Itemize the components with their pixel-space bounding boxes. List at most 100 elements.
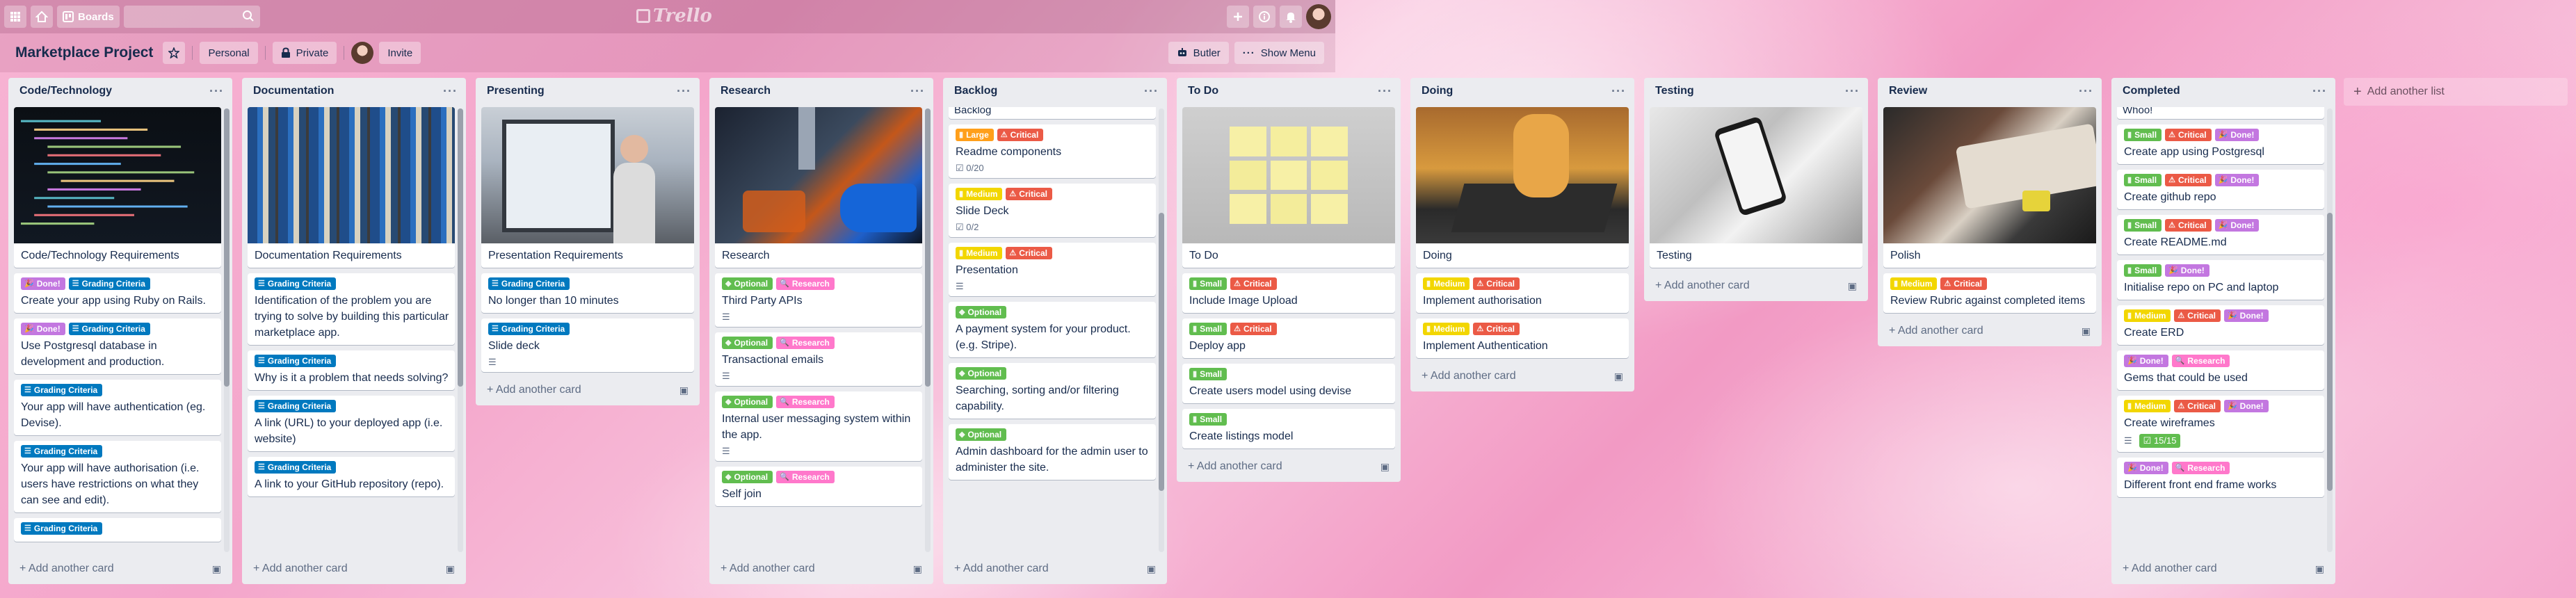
label-grading-criteria[interactable]: ☰ Grading Criteria xyxy=(255,277,337,290)
card[interactable]: ☰ Grading Criteria No longer than 10 minut… xyxy=(481,273,694,313)
label-done[interactable]: 🎉 Done! xyxy=(2214,174,2260,186)
list-title[interactable]: Documentation xyxy=(253,85,334,97)
card[interactable]: ▮ Medium ⚠ Critical Review Rubric against co… xyxy=(1883,273,2096,313)
info-button[interactable] xyxy=(1253,6,1275,28)
add-card-button[interactable]: + Add another card ▣ xyxy=(248,556,460,581)
list-header[interactable]: Completed ··· xyxy=(2111,78,2335,104)
card-template-icon[interactable]: ▣ xyxy=(1147,563,1156,575)
label-optional[interactable]: ◆ Optional xyxy=(722,277,773,290)
label-large[interactable]: ▮ Large xyxy=(956,129,994,141)
card[interactable]: ◆ Optional 🔍 Research Transactional emails ☰ xyxy=(715,332,922,386)
label-small[interactable]: ▮ Small xyxy=(2124,264,2162,277)
label-small[interactable]: ▮ Small xyxy=(2124,129,2162,141)
list-title[interactable]: Doing xyxy=(1422,85,1453,97)
label-done[interactable]: 🎉 Done! xyxy=(21,323,65,335)
card[interactable]: ◆ Optional 🔍 Research Third Party APIs ☰ xyxy=(715,273,922,327)
list-header[interactable]: Research ··· xyxy=(709,78,933,104)
invite-button[interactable]: Invite xyxy=(379,42,421,64)
list-title[interactable]: Research xyxy=(721,85,771,97)
list-header[interactable]: Code/Technology ··· xyxy=(8,78,232,104)
card[interactable]: ▮ Small 🎉 Done! Initialise repo on PC and la… xyxy=(2117,260,2324,300)
card[interactable]: 🎉 Done! 🔍 Research Different front end frame… xyxy=(2117,458,2324,497)
scrollbar-thumb[interactable] xyxy=(1159,213,1164,491)
card[interactable]: Documentation Requirements xyxy=(248,107,455,268)
add-card-button[interactable]: + Add another card ▣ xyxy=(1182,454,1395,479)
label-grading-criteria[interactable]: ☰ Grading Criteria xyxy=(68,323,150,335)
label-critical[interactable]: ⚠ Critical xyxy=(1230,277,1277,290)
card[interactable]: ◆ Optional Admin dashboard for the admin u… xyxy=(949,424,1156,480)
label-medium[interactable]: ▮ Medium xyxy=(1423,277,1470,290)
label-small[interactable]: ▮ Small xyxy=(1189,323,1227,335)
card[interactable]: Polish xyxy=(1883,107,2096,268)
label-research[interactable]: 🔍 Research xyxy=(776,277,835,290)
label-small[interactable]: ▮ Small xyxy=(1189,277,1227,290)
add-card-button[interactable]: + Add another card ▣ xyxy=(1883,318,2096,344)
list-header[interactable]: Presenting ··· xyxy=(476,78,700,104)
card[interactable]: To Do xyxy=(1182,107,1395,268)
member-avatar[interactable] xyxy=(351,42,374,64)
card[interactable]: ▮ Medium ⚠ Critical Implement Authentication xyxy=(1416,318,1629,358)
label-small[interactable]: ▮ Small xyxy=(1189,368,1227,380)
card[interactable]: ☰ Grading Criteria Slide deck ☰ xyxy=(481,318,694,372)
label-done[interactable]: 🎉 Done! xyxy=(2214,129,2260,141)
label-optional[interactable]: ◆ Optional xyxy=(722,471,773,483)
label-critical[interactable]: ⚠ Critical xyxy=(2165,129,2212,141)
list-menu-icon[interactable]: ··· xyxy=(1378,84,1392,99)
label-research[interactable]: 🔍 Research xyxy=(776,396,835,408)
boards-button[interactable]: Boards xyxy=(57,6,120,28)
label-research[interactable]: 🔍 Research xyxy=(2171,355,2230,367)
scrollbar-thumb[interactable] xyxy=(224,108,230,387)
card[interactable]: ☰ Grading Criteria A link (URL) to your de… xyxy=(248,396,455,451)
label-done[interactable]: 🎉 Done! xyxy=(2165,264,2209,277)
add-card-button[interactable]: + Add another card ▣ xyxy=(481,378,694,403)
card-template-icon[interactable]: ▣ xyxy=(2315,563,2324,575)
list-scrollbar[interactable] xyxy=(2327,108,2333,552)
label-critical[interactable]: ⚠ Critical xyxy=(1006,188,1052,200)
team-button[interactable]: Personal xyxy=(200,42,258,64)
card[interactable]: ☰ Grading Criteria Your app will have auth… xyxy=(14,380,221,435)
home-button[interactable] xyxy=(31,6,53,28)
label-done[interactable]: 🎉 Done! xyxy=(2223,400,2269,412)
card[interactable]: ☰ Grading Criteria Your app will have auth… xyxy=(14,441,221,512)
label-medium[interactable]: ▮ Medium xyxy=(2124,400,2171,412)
label-optional[interactable]: ◆ Optional xyxy=(722,337,773,349)
card[interactable]: ▮ Small ⚠ Critical 🎉 Done! Create app using Po… xyxy=(2117,124,2324,164)
visibility-button[interactable]: Private xyxy=(272,42,337,64)
add-card-button[interactable]: + Add another card ▣ xyxy=(949,556,1161,581)
list-header[interactable]: Backlog ··· xyxy=(943,78,1167,104)
label-critical[interactable]: ⚠ Critical xyxy=(997,129,1044,141)
scrollbar-thumb[interactable] xyxy=(2327,213,2333,491)
label-grading-criteria[interactable]: ☰ Grading Criteria xyxy=(21,522,103,535)
card[interactable]: Presentation Requirements xyxy=(481,107,694,268)
add-card-button[interactable]: + Add another card ▣ xyxy=(2117,556,2330,581)
label-medium[interactable]: ▮ Medium xyxy=(956,188,1003,200)
list-scrollbar[interactable] xyxy=(224,108,230,552)
card[interactable]: ▮ Small ⚠ Critical Deploy app xyxy=(1182,318,1395,358)
search-input[interactable] xyxy=(123,6,260,28)
user-avatar[interactable] xyxy=(1306,4,1331,29)
list-header[interactable]: To Do ··· xyxy=(1177,78,1401,104)
card-template-icon[interactable]: ▣ xyxy=(913,563,922,575)
list-title[interactable]: Presenting xyxy=(487,85,545,97)
list-scrollbar[interactable] xyxy=(1159,108,1164,552)
card[interactable]: Research xyxy=(715,107,922,268)
label-grading-criteria[interactable]: ☰ Grading Criteria xyxy=(488,277,570,290)
label-medium[interactable]: ▮ Medium xyxy=(1890,277,1938,290)
card[interactable]: ◆ Optional A payment system for your produ… xyxy=(949,302,1156,357)
card[interactable]: ◆ Optional 🔍 Research Internal user messagin… xyxy=(715,391,922,461)
card[interactable]: 🎉 Done! 🔍 Research Gems that could be used xyxy=(2117,350,2324,390)
label-research[interactable]: 🔍 Research xyxy=(776,471,835,483)
card[interactable]: Testing xyxy=(1650,107,1862,268)
list-scrollbar[interactable] xyxy=(458,108,463,552)
list-menu-icon[interactable]: ··· xyxy=(443,84,458,99)
list-menu-icon[interactable]: ··· xyxy=(209,84,224,99)
label-small[interactable]: ▮ Small xyxy=(2124,174,2162,186)
card[interactable]: ☰ Grading Criteria A link to your GitHub r… xyxy=(248,457,455,496)
label-critical[interactable]: ⚠ Critical xyxy=(2165,174,2212,186)
card[interactable]: ▮ Small ⚠ Critical 🎉 Done! Create github repo xyxy=(2117,170,2324,209)
card[interactable]: ☰ Grading Criteria Why is it a problem tha… xyxy=(248,350,455,390)
list-menu-icon[interactable]: ··· xyxy=(677,84,691,99)
label-critical[interactable]: ⚠ Critical xyxy=(1473,277,1520,290)
card[interactable]: ▮ Medium ⚠ Critical 🎉 Done! Create wireframes ☰… xyxy=(2117,396,2324,452)
list-menu-icon[interactable]: ··· xyxy=(2312,84,2327,99)
